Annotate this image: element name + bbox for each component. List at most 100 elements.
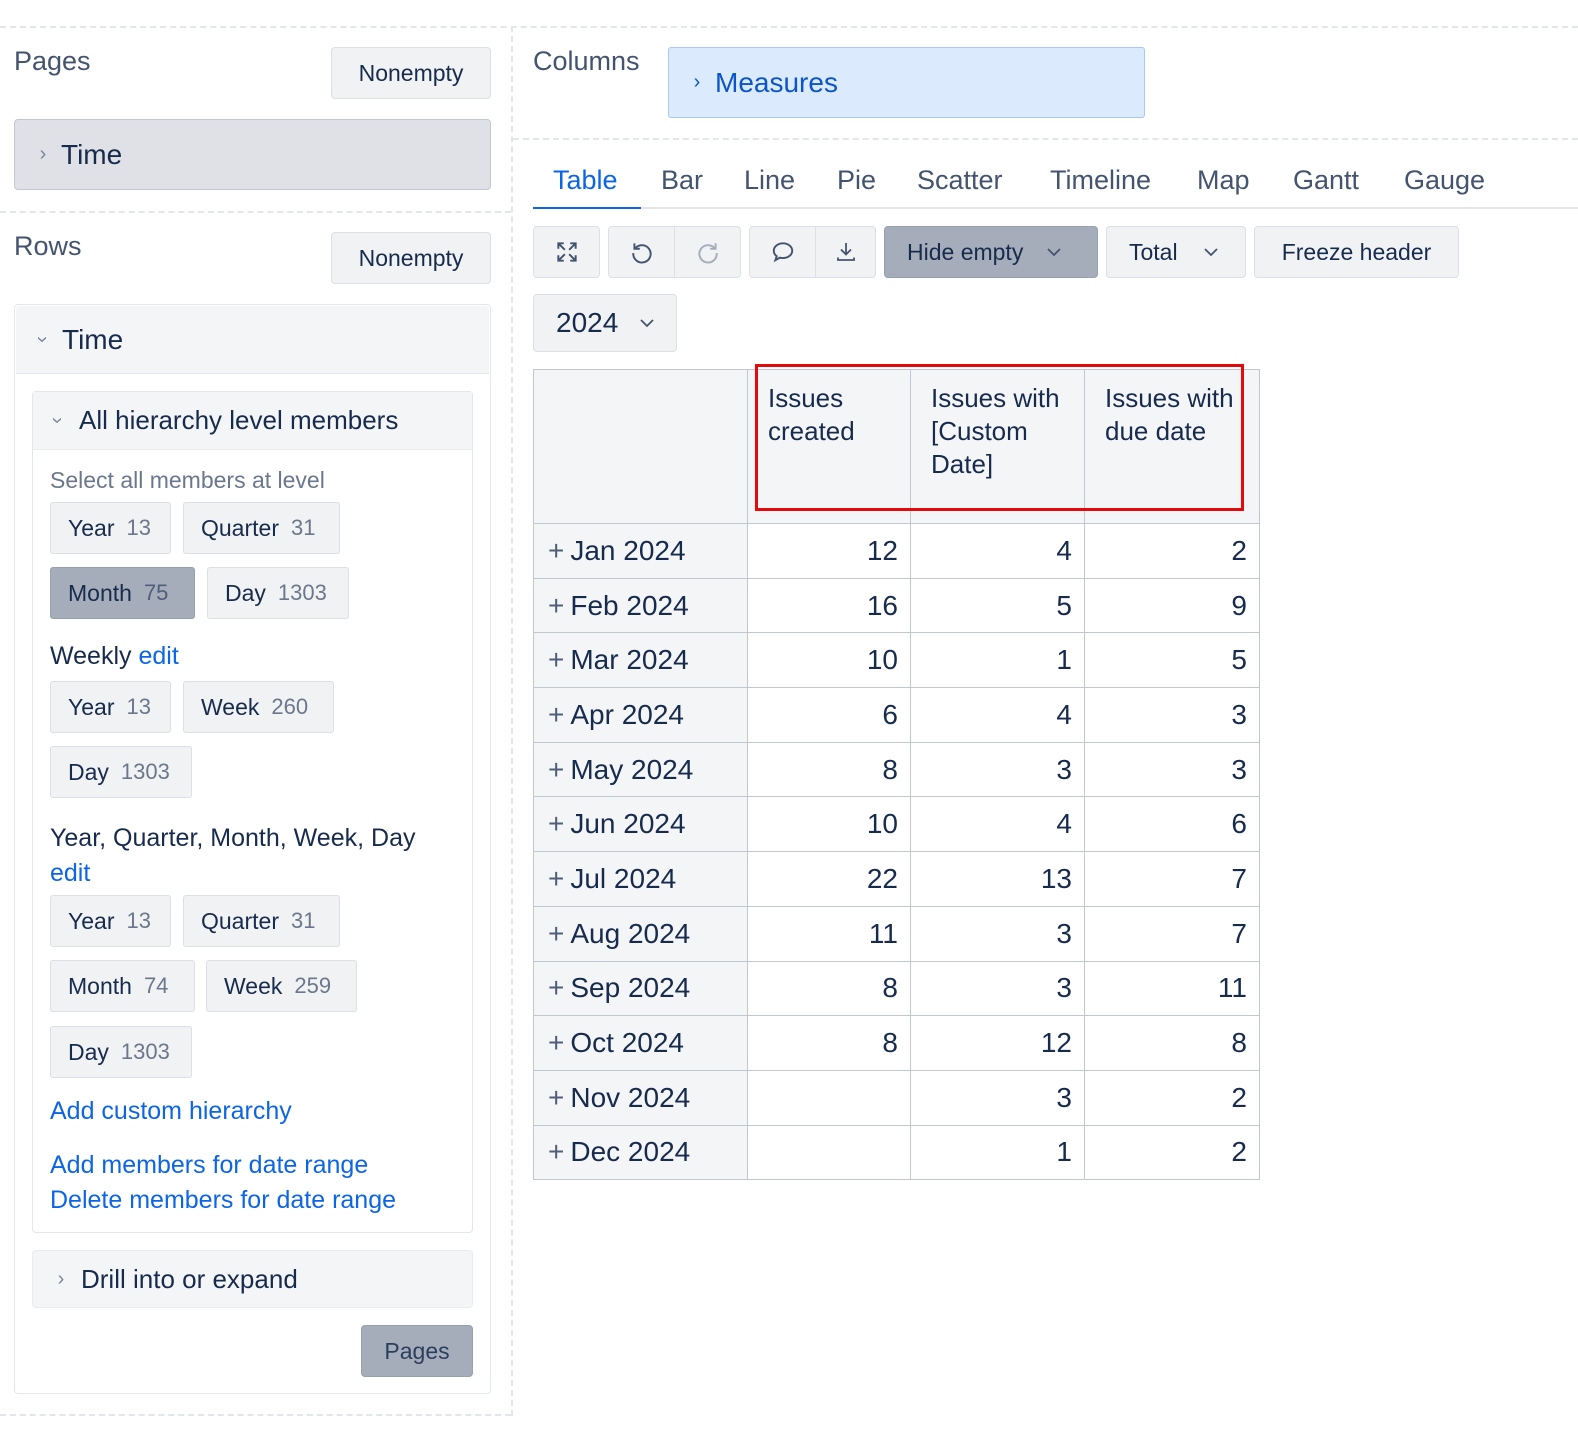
tab-gantt[interactable]: Gantt <box>1293 165 1359 196</box>
total-dropdown[interactable]: Total <box>1106 226 1246 278</box>
table-cell[interactable]: 8 <box>1084 1015 1260 1071</box>
rows-nonempty-button[interactable]: Nonempty <box>331 232 491 284</box>
table-cell[interactable]: 22 <box>747 851 911 907</box>
table-cell[interactable]: 2 <box>1084 1069 1260 1126</box>
table-cell[interactable]: 3 <box>910 960 1085 1017</box>
column-header[interactable]: Issues with [Custom Date] <box>910 369 1085 524</box>
tab-bar[interactable]: Bar <box>661 165 703 196</box>
table-cell[interactable]: 12 <box>910 1015 1085 1071</box>
custom-chip-month[interactable]: Month 74 <box>50 960 195 1012</box>
tab-timeline[interactable]: Timeline <box>1050 165 1151 196</box>
page-member-select[interactable]: 2024 <box>533 294 677 352</box>
row-header[interactable]: + Mar 2024 <box>533 632 748 689</box>
expand-plus-icon[interactable]: + <box>548 644 564 675</box>
column-header[interactable]: Issues created <box>747 369 911 524</box>
table-cell[interactable]: 11 <box>1084 960 1260 1017</box>
table-cell[interactable] <box>747 1124 911 1181</box>
table-cell[interactable]: 7 <box>1084 905 1260 962</box>
export-button[interactable] <box>815 226 876 278</box>
measures-dimension[interactable]: › Measures <box>668 47 1145 118</box>
expand-plus-icon[interactable]: + <box>548 535 564 566</box>
column-header[interactable]: Issues with due date <box>1084 369 1260 524</box>
tab-gauge[interactable]: Gauge <box>1404 165 1485 196</box>
table-cell[interactable]: 4 <box>910 687 1085 743</box>
pages-nonempty-button[interactable]: Nonempty <box>331 47 491 99</box>
move-to-pages-button[interactable]: Pages <box>361 1325 473 1377</box>
expand-plus-icon[interactable]: + <box>548 1082 564 1113</box>
table-cell[interactable]: 10 <box>747 796 911 853</box>
table-cell[interactable]: 5 <box>910 577 1085 634</box>
row-header[interactable]: + Nov 2024 <box>533 1069 748 1126</box>
table-cell[interactable]: 11 <box>747 905 911 962</box>
table-cell[interactable]: 3 <box>1084 741 1260 798</box>
rows-time-dimension[interactable]: › Time <box>16 306 489 374</box>
row-header[interactable]: + Feb 2024 <box>533 577 748 634</box>
level-chip-day[interactable]: Day 1303 <box>207 567 349 619</box>
tab-scatter[interactable]: Scatter <box>917 165 1003 196</box>
table-cell[interactable] <box>747 1069 911 1126</box>
table-cell[interactable]: 1 <box>910 632 1085 689</box>
table-cell[interactable]: 4 <box>910 523 1085 579</box>
weekly-chip-day[interactable]: Day 1303 <box>50 746 192 798</box>
expand-plus-icon[interactable]: + <box>548 699 564 730</box>
expand-plus-icon[interactable]: + <box>548 808 564 839</box>
row-header[interactable]: + Dec 2024 <box>533 1124 748 1181</box>
custom-chip-day[interactable]: Day 1303 <box>50 1026 192 1078</box>
delete-date-range-link[interactable]: Delete members for date range <box>50 1186 396 1215</box>
level-chip-quarter[interactable]: Quarter 31 <box>183 502 340 554</box>
tab-map[interactable]: Map <box>1197 165 1250 196</box>
expand-plus-icon[interactable]: + <box>548 863 564 894</box>
fullscreen-button[interactable] <box>533 226 600 278</box>
table-cell[interactable]: 4 <box>910 796 1085 853</box>
table-cell[interactable]: 8 <box>747 1015 911 1071</box>
expand-plus-icon[interactable]: + <box>548 972 564 1003</box>
table-cell[interactable]: 8 <box>747 741 911 798</box>
tab-line[interactable]: Line <box>744 165 795 196</box>
table-cell[interactable]: 9 <box>1084 577 1260 634</box>
row-header[interactable]: + Jun 2024 <box>533 796 748 853</box>
row-header[interactable]: + Jul 2024 <box>533 851 748 907</box>
custom-chip-quarter[interactable]: Quarter 31 <box>183 895 340 947</box>
row-header[interactable]: + Jan 2024 <box>533 523 748 579</box>
table-cell[interactable]: 2 <box>1084 523 1260 579</box>
add-custom-hierarchy-link[interactable]: Add custom hierarchy <box>50 1097 292 1126</box>
add-date-range-link[interactable]: Add members for date range <box>50 1151 368 1180</box>
pages-time-dimension[interactable]: › Time <box>14 119 491 190</box>
row-header[interactable]: + Aug 2024 <box>533 905 748 962</box>
level-chip-year[interactable]: Year 13 <box>50 502 171 554</box>
table-cell[interactable]: 10 <box>747 632 911 689</box>
hide-empty-dropdown[interactable]: Hide empty <box>884 226 1098 278</box>
weekly-edit-link[interactable]: edit <box>138 642 178 670</box>
table-cell[interactable]: 2 <box>1084 1124 1260 1181</box>
weekly-chip-year[interactable]: Year 13 <box>50 681 171 733</box>
comment-button[interactable] <box>749 226 817 278</box>
drill-expand-section[interactable]: › Drill into or expand <box>32 1250 473 1308</box>
table-cell[interactable]: 16 <box>747 577 911 634</box>
row-header[interactable]: + Oct 2024 <box>533 1015 748 1071</box>
table-cell[interactable]: 3 <box>910 905 1085 962</box>
table-cell[interactable]: 5 <box>1084 632 1260 689</box>
table-cell[interactable]: 3 <box>1084 687 1260 743</box>
freeze-header-button[interactable]: Freeze header <box>1254 226 1459 278</box>
expand-plus-icon[interactable]: + <box>548 1027 564 1058</box>
weekly-chip-week[interactable]: Week 260 <box>183 681 334 733</box>
expand-plus-icon[interactable]: + <box>548 1136 564 1167</box>
table-cell[interactable]: 6 <box>747 687 911 743</box>
expand-plus-icon[interactable]: + <box>548 590 564 621</box>
table-cell[interactable]: 13 <box>910 851 1085 907</box>
undo-button[interactable] <box>608 226 676 278</box>
table-cell[interactable]: 6 <box>1084 796 1260 853</box>
table-cell[interactable]: 3 <box>910 1069 1085 1126</box>
custom-chip-week[interactable]: Week 259 <box>206 960 357 1012</box>
table-cell[interactable]: 8 <box>747 960 911 1017</box>
table-cell[interactable]: 7 <box>1084 851 1260 907</box>
expand-plus-icon[interactable]: + <box>548 754 564 785</box>
row-header[interactable]: + Apr 2024 <box>533 687 748 743</box>
custom-chip-year[interactable]: Year 13 <box>50 895 171 947</box>
tab-pie[interactable]: Pie <box>837 165 876 196</box>
table-cell[interactable]: 3 <box>910 741 1085 798</box>
expand-plus-icon[interactable]: + <box>548 918 564 949</box>
row-header[interactable]: + May 2024 <box>533 741 748 798</box>
level-chip-month[interactable]: Month 75 <box>50 567 195 619</box>
redo-button[interactable] <box>674 226 741 278</box>
